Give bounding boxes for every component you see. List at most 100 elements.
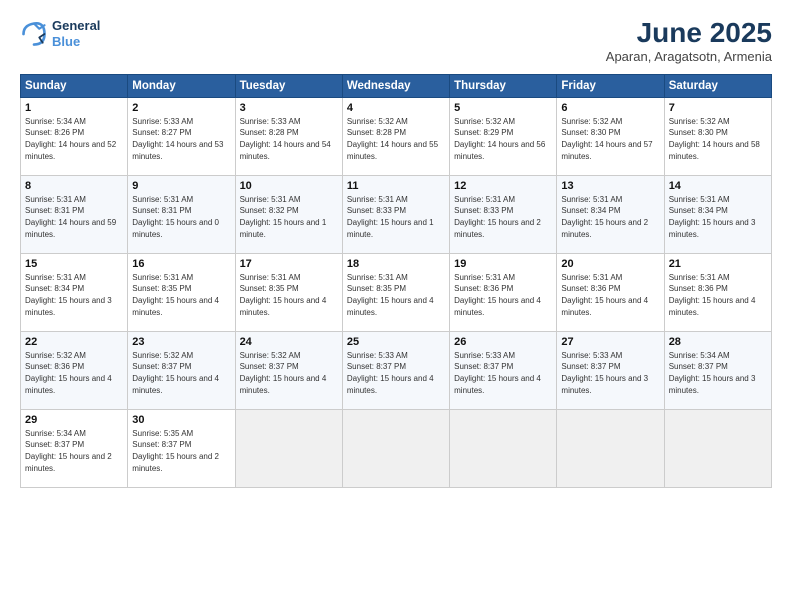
table-cell: 3 Sunrise: 5:33 AMSunset: 8:28 PMDaylight… bbox=[235, 97, 342, 175]
day-number: 24 bbox=[240, 336, 338, 348]
table-cell bbox=[342, 409, 449, 487]
col-sunday: Sunday bbox=[21, 74, 128, 97]
table-cell: 24 Sunrise: 5:32 AMSunset: 8:37 PMDayligh… bbox=[235, 331, 342, 409]
day-info: Sunrise: 5:33 AMSunset: 8:37 PMDaylight:… bbox=[454, 350, 552, 396]
logo: General Blue bbox=[20, 18, 100, 49]
day-number: 10 bbox=[240, 180, 338, 192]
table-cell bbox=[557, 409, 664, 487]
day-number: 1 bbox=[25, 102, 123, 114]
day-info: Sunrise: 5:31 AMSunset: 8:36 PMDaylight:… bbox=[454, 272, 552, 318]
day-info: Sunrise: 5:33 AMSunset: 8:27 PMDaylight:… bbox=[132, 116, 230, 162]
month-title: June 2025 bbox=[606, 18, 772, 49]
col-saturday: Saturday bbox=[664, 74, 771, 97]
day-info: Sunrise: 5:31 AMSunset: 8:34 PMDaylight:… bbox=[561, 194, 659, 240]
page: General Blue June 2025 Aparan, Aragatsot… bbox=[0, 0, 792, 612]
table-cell: 13 Sunrise: 5:31 AMSunset: 8:34 PMDayligh… bbox=[557, 175, 664, 253]
table-row: 15Sunrise: 5:31 AMSunset: 8:34 PMDayligh… bbox=[21, 253, 772, 331]
day-info: Sunrise: 5:32 AMSunset: 8:30 PMDaylight:… bbox=[561, 116, 659, 162]
day-info: Sunrise: 5:32 AMSunset: 8:30 PMDaylight:… bbox=[669, 116, 767, 162]
table-cell: 4Sunrise: 5:32 AMSunset: 8:28 PMDaylight… bbox=[342, 97, 449, 175]
title-block: June 2025 Aparan, Aragatsotn, Armenia bbox=[606, 18, 772, 64]
table-cell: 23 Sunrise: 5:32 AMSunset: 8:37 PMDayligh… bbox=[128, 331, 235, 409]
table-row: 22 Sunrise: 5:32 AMSunset: 8:36 PMDayligh… bbox=[21, 331, 772, 409]
table-cell: 11 Sunrise: 5:31 AMSunset: 8:33 PMDayligh… bbox=[342, 175, 449, 253]
day-number: 27 bbox=[561, 336, 659, 348]
table-cell: 2 Sunrise: 5:33 AMSunset: 8:27 PMDaylight… bbox=[128, 97, 235, 175]
table-cell: 16 Sunrise: 5:31 AMSunset: 8:35 PMDayligh… bbox=[128, 253, 235, 331]
col-wednesday: Wednesday bbox=[342, 74, 449, 97]
col-thursday: Thursday bbox=[450, 74, 557, 97]
calendar-table: Sunday Monday Tuesday Wednesday Thursday… bbox=[20, 74, 772, 488]
table-cell: 5 Sunrise: 5:32 AMSunset: 8:29 PMDaylight… bbox=[450, 97, 557, 175]
table-cell: 8 Sunrise: 5:31 AMSunset: 8:31 PMDaylight… bbox=[21, 175, 128, 253]
day-number: 5 bbox=[454, 102, 552, 114]
day-info: Sunrise: 5:35 AMSunset: 8:37 PMDaylight:… bbox=[132, 428, 230, 474]
location: Aparan, Aragatsotn, Armenia bbox=[606, 49, 772, 64]
day-number: 2 bbox=[132, 102, 230, 114]
col-tuesday: Tuesday bbox=[235, 74, 342, 97]
day-number: 23 bbox=[132, 336, 230, 348]
day-number: 17 bbox=[240, 258, 338, 270]
table-cell: 29 Sunrise: 5:34 AMSunset: 8:37 PMDayligh… bbox=[21, 409, 128, 487]
day-info: Sunrise: 5:32 AMSunset: 8:37 PMDaylight:… bbox=[132, 350, 230, 396]
day-info: Sunrise: 5:32 AMSunset: 8:36 PMDaylight:… bbox=[25, 350, 123, 396]
table-cell: 1 Sunrise: 5:34 AMSunset: 8:26 PMDaylight… bbox=[21, 97, 128, 175]
day-number: 4 bbox=[347, 102, 445, 114]
day-number: 11 bbox=[347, 180, 445, 192]
table-cell bbox=[450, 409, 557, 487]
day-info: Sunrise: 5:31 AMSunset: 8:33 PMDaylight:… bbox=[347, 194, 445, 240]
day-info: Sunrise: 5:31 AMSunset: 8:31 PMDaylight:… bbox=[25, 194, 123, 240]
table-cell: 9Sunrise: 5:31 AMSunset: 8:31 PMDaylight… bbox=[128, 175, 235, 253]
table-cell: 21 Sunrise: 5:31 AMSunset: 8:36 PMDayligh… bbox=[664, 253, 771, 331]
day-number: 30 bbox=[132, 414, 230, 426]
logo-text: General Blue bbox=[52, 18, 100, 49]
col-friday: Friday bbox=[557, 74, 664, 97]
table-cell: 20Sunrise: 5:31 AMSunset: 8:36 PMDayligh… bbox=[557, 253, 664, 331]
day-info: Sunrise: 5:34 AMSunset: 8:37 PMDaylight:… bbox=[669, 350, 767, 396]
day-number: 19 bbox=[454, 258, 552, 270]
table-cell: 10 Sunrise: 5:31 AMSunset: 8:32 PMDayligh… bbox=[235, 175, 342, 253]
day-info: Sunrise: 5:31 AMSunset: 8:32 PMDaylight:… bbox=[240, 194, 338, 240]
day-number: 15 bbox=[25, 258, 123, 270]
table-cell bbox=[235, 409, 342, 487]
day-info: Sunrise: 5:31 AMSunset: 8:35 PMDaylight:… bbox=[240, 272, 338, 318]
day-info: Sunrise: 5:33 AMSunset: 8:28 PMDaylight:… bbox=[240, 116, 338, 162]
day-number: 18 bbox=[347, 258, 445, 270]
logo-line1: General bbox=[52, 18, 100, 34]
header: General Blue June 2025 Aparan, Aragatsot… bbox=[20, 18, 772, 64]
day-number: 22 bbox=[25, 336, 123, 348]
table-cell: 6 Sunrise: 5:32 AMSunset: 8:30 PMDaylight… bbox=[557, 97, 664, 175]
day-number: 14 bbox=[669, 180, 767, 192]
table-cell: 26 Sunrise: 5:33 AMSunset: 8:37 PMDayligh… bbox=[450, 331, 557, 409]
logo-icon bbox=[20, 20, 48, 48]
logo-line2: Blue bbox=[52, 34, 100, 50]
table-cell: 28Sunrise: 5:34 AMSunset: 8:37 PMDayligh… bbox=[664, 331, 771, 409]
table-cell: 14Sunrise: 5:31 AMSunset: 8:34 PMDayligh… bbox=[664, 175, 771, 253]
day-info: Sunrise: 5:31 AMSunset: 8:35 PMDaylight:… bbox=[132, 272, 230, 318]
day-info: Sunrise: 5:33 AMSunset: 8:37 PMDaylight:… bbox=[561, 350, 659, 396]
day-info: Sunrise: 5:33 AMSunset: 8:37 PMDaylight:… bbox=[347, 350, 445, 396]
day-info: Sunrise: 5:31 AMSunset: 8:33 PMDaylight:… bbox=[454, 194, 552, 240]
day-number: 16 bbox=[132, 258, 230, 270]
day-info: Sunrise: 5:31 AMSunset: 8:31 PMDaylight:… bbox=[132, 194, 230, 240]
day-number: 13 bbox=[561, 180, 659, 192]
day-info: Sunrise: 5:34 AMSunset: 8:37 PMDaylight:… bbox=[25, 428, 123, 474]
day-info: Sunrise: 5:32 AMSunset: 8:29 PMDaylight:… bbox=[454, 116, 552, 162]
day-number: 12 bbox=[454, 180, 552, 192]
day-info: Sunrise: 5:34 AMSunset: 8:26 PMDaylight:… bbox=[25, 116, 123, 162]
day-number: 21 bbox=[669, 258, 767, 270]
day-info: Sunrise: 5:31 AMSunset: 8:36 PMDaylight:… bbox=[669, 272, 767, 318]
day-number: 26 bbox=[454, 336, 552, 348]
day-number: 6 bbox=[561, 102, 659, 114]
day-number: 3 bbox=[240, 102, 338, 114]
table-cell: 18 Sunrise: 5:31 AMSunset: 8:35 PMDayligh… bbox=[342, 253, 449, 331]
table-cell: 12 Sunrise: 5:31 AMSunset: 8:33 PMDayligh… bbox=[450, 175, 557, 253]
day-info: Sunrise: 5:31 AMSunset: 8:36 PMDaylight:… bbox=[561, 272, 659, 318]
table-cell: 17 Sunrise: 5:31 AMSunset: 8:35 PMDayligh… bbox=[235, 253, 342, 331]
day-info: Sunrise: 5:31 AMSunset: 8:35 PMDaylight:… bbox=[347, 272, 445, 318]
table-cell: 19 Sunrise: 5:31 AMSunset: 8:36 PMDayligh… bbox=[450, 253, 557, 331]
day-number: 29 bbox=[25, 414, 123, 426]
day-info: Sunrise: 5:32 AMSunset: 8:37 PMDaylight:… bbox=[240, 350, 338, 396]
table-row: 1 Sunrise: 5:34 AMSunset: 8:26 PMDaylight… bbox=[21, 97, 772, 175]
day-number: 8 bbox=[25, 180, 123, 192]
